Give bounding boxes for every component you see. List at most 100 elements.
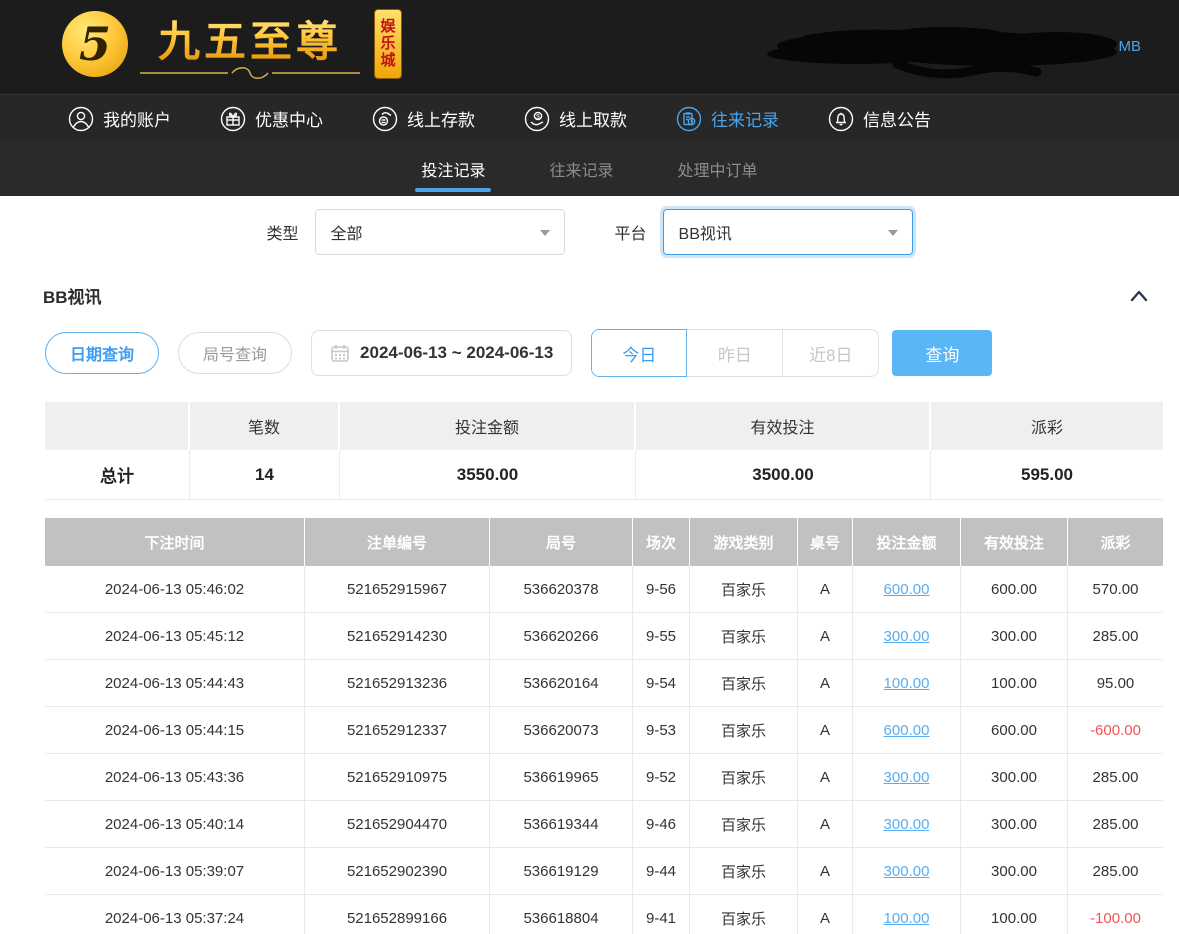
cell-bet-time: 2024-06-13 05:37:24 bbox=[45, 895, 305, 934]
gift-icon bbox=[220, 106, 246, 132]
site-logo[interactable]: 5 九五至尊 娱 乐 城 bbox=[62, 8, 402, 79]
cell-bet-amount: 100.00 bbox=[853, 660, 961, 707]
cell-payout: 570.00 bbox=[1068, 566, 1163, 613]
tab-pending-orders[interactable]: 处理中订单 bbox=[678, 142, 758, 196]
search-button[interactable]: 查询 bbox=[892, 330, 992, 376]
cell-order-no: 521652915967 bbox=[305, 566, 490, 613]
platform-section-header: BB视讯 bbox=[43, 283, 1163, 308]
cell-table-no: A bbox=[798, 754, 853, 801]
records-table-header: 下注时间 注单编号 局号 场次 游戏类别 桌号 投注金额 有效投注 派彩 bbox=[45, 518, 1163, 566]
date-range-value: 2024-06-13 ~ 2024-06-13 bbox=[360, 343, 553, 363]
top-header: 5 九五至尊 娱 乐 城 MB bbox=[0, 0, 1179, 94]
nav-item-promotions[interactable]: 优惠中心 bbox=[220, 106, 323, 132]
cell-bet-time: 2024-06-13 05:46:02 bbox=[45, 566, 305, 613]
summary-total-row: 总计 14 3550.00 3500.00 595.00 bbox=[45, 450, 1163, 500]
cell-valid-bet: 300.00 bbox=[961, 613, 1068, 660]
bet-amount-link[interactable]: 100.00 bbox=[884, 675, 930, 692]
date-query-button[interactable]: 日期查询 bbox=[45, 332, 159, 374]
platform-select[interactable]: BB视讯 bbox=[663, 209, 913, 255]
cell-round-no: 536620266 bbox=[490, 613, 633, 660]
bet-amount-link[interactable]: 300.00 bbox=[884, 863, 930, 880]
bet-amount-link[interactable]: 300.00 bbox=[884, 628, 930, 645]
cell-bet-time: 2024-06-13 05:43:36 bbox=[45, 754, 305, 801]
table-row: 2024-06-13 05:45:12521652914230536620266… bbox=[45, 613, 1163, 660]
cell-bet-amount: 600.00 bbox=[853, 566, 961, 613]
cell-session: 9-46 bbox=[633, 801, 690, 848]
cell-game-type: 百家乐 bbox=[690, 613, 798, 660]
records-table-body: 2024-06-13 05:46:02521652915967536620378… bbox=[45, 566, 1163, 934]
collapse-section-button[interactable] bbox=[1129, 289, 1149, 303]
cell-table-no: A bbox=[798, 660, 853, 707]
type-select[interactable]: 全部 bbox=[315, 209, 565, 255]
cell-order-no: 521652904470 bbox=[305, 801, 490, 848]
cell-payout: 285.00 bbox=[1068, 848, 1163, 895]
summary-header-valid-bet: 有效投注 bbox=[636, 402, 931, 450]
nav-item-announcements[interactable]: 信息公告 bbox=[828, 106, 931, 132]
query-controls: 日期查询 局号查询 2024-06-13 ~ 2024-06-13 今日 昨日 … bbox=[45, 330, 1163, 376]
bet-amount-link[interactable]: 100.00 bbox=[884, 910, 930, 927]
yesterday-button[interactable]: 昨日 bbox=[687, 329, 783, 377]
table-row: 2024-06-13 05:40:14521652904470536619344… bbox=[45, 801, 1163, 848]
section-title: BB视讯 bbox=[43, 283, 102, 308]
cell-bet-amount: 300.00 bbox=[853, 613, 961, 660]
cell-valid-bet: 100.00 bbox=[961, 895, 1068, 934]
cell-session: 9-52 bbox=[633, 754, 690, 801]
table-row: 2024-06-13 05:37:24521652899166536618804… bbox=[45, 895, 1163, 934]
balance-currency-suffix: MB bbox=[1119, 38, 1142, 55]
cell-bet-time: 2024-06-13 05:45:12 bbox=[45, 613, 305, 660]
date-range-picker[interactable]: 2024-06-13 ~ 2024-06-13 bbox=[311, 330, 572, 376]
bet-amount-link[interactable]: 300.00 bbox=[884, 769, 930, 786]
table-row: 2024-06-13 05:43:36521652910975536619965… bbox=[45, 754, 1163, 801]
cell-round-no: 536619344 bbox=[490, 801, 633, 848]
cell-round-no: 536620073 bbox=[490, 707, 633, 754]
cell-round-no: 536618804 bbox=[490, 895, 633, 934]
cell-session: 9-55 bbox=[633, 613, 690, 660]
type-filter-label: 类型 bbox=[266, 220, 298, 244]
summary-count-value: 14 bbox=[190, 450, 340, 500]
today-button[interactable]: 今日 bbox=[591, 329, 687, 377]
summary-header-count: 笔数 bbox=[190, 402, 340, 450]
summary-payout-value: 595.00 bbox=[931, 450, 1163, 500]
summary-table: 笔数 投注金额 有效投注 派彩 总计 14 3550.00 3500.00 59… bbox=[45, 402, 1163, 500]
round-query-button[interactable]: 局号查询 bbox=[178, 332, 292, 374]
cell-session: 9-54 bbox=[633, 660, 690, 707]
nav-item-transaction-records[interactable]: 往来记录 bbox=[676, 106, 779, 132]
tab-transaction-records[interactable]: 往来记录 bbox=[549, 142, 613, 196]
cell-round-no: 536620378 bbox=[490, 566, 633, 613]
site-title: 九五至尊 bbox=[158, 8, 342, 69]
cell-payout: -100.00 bbox=[1068, 895, 1163, 934]
cell-game-type: 百家乐 bbox=[690, 707, 798, 754]
bet-amount-link[interactable]: 300.00 bbox=[884, 816, 930, 833]
main-nav: 我的账户 优惠中心 线上存款 $ 线上取款 bbox=[0, 94, 1179, 142]
cell-bet-amount: 600.00 bbox=[853, 707, 961, 754]
nav-item-deposit[interactable]: 线上存款 bbox=[372, 106, 475, 132]
table-row: 2024-06-13 05:44:15521652912337536620073… bbox=[45, 707, 1163, 754]
table-row: 2024-06-13 05:39:07521652902390536619129… bbox=[45, 848, 1163, 895]
last-8-days-button[interactable]: 近8日 bbox=[783, 329, 879, 377]
logo-emblem-icon: 5 bbox=[62, 11, 128, 77]
cell-order-no: 521652914230 bbox=[305, 613, 490, 660]
chevron-down-icon bbox=[540, 230, 550, 236]
cell-session: 9-53 bbox=[633, 707, 690, 754]
nav-item-my-account[interactable]: 我的账户 bbox=[68, 106, 171, 132]
cell-valid-bet: 100.00 bbox=[961, 660, 1068, 707]
table-row: 2024-06-13 05:46:02521652915967536620378… bbox=[45, 566, 1163, 613]
bet-amount-link[interactable]: 600.00 bbox=[884, 722, 930, 739]
cell-table-no: A bbox=[798, 848, 853, 895]
cell-bet-amount: 300.00 bbox=[853, 754, 961, 801]
cell-bet-time: 2024-06-13 05:40:14 bbox=[45, 801, 305, 848]
redacted-scribble bbox=[747, 18, 1127, 80]
tab-bet-records[interactable]: 投注记录 bbox=[421, 142, 485, 196]
records-icon bbox=[676, 106, 702, 132]
chevron-down-icon bbox=[888, 230, 898, 236]
cell-payout: 95.00 bbox=[1068, 660, 1163, 707]
cell-order-no: 521652910975 bbox=[305, 754, 490, 801]
bet-amount-link[interactable]: 600.00 bbox=[884, 581, 930, 598]
nav-item-withdraw[interactable]: $ 线上取款 bbox=[524, 106, 627, 132]
cell-session: 9-44 bbox=[633, 848, 690, 895]
cell-game-type: 百家乐 bbox=[690, 660, 798, 707]
cell-game-type: 百家乐 bbox=[690, 566, 798, 613]
cell-table-no: A bbox=[798, 895, 853, 934]
summary-total-label: 总计 bbox=[45, 450, 190, 500]
summary-header-payout: 派彩 bbox=[931, 402, 1163, 450]
